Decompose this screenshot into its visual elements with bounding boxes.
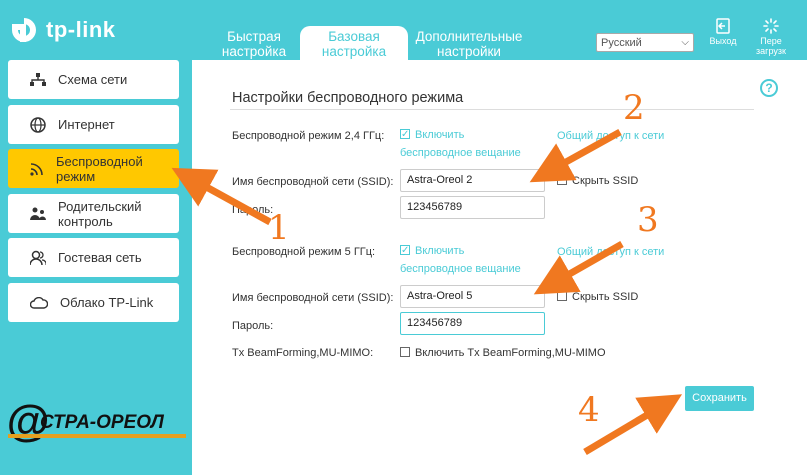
beamforming-label: Tx BeamForming,MU-MIMO: xyxy=(232,347,374,359)
sidebar-label: Схема сети xyxy=(58,72,128,87)
band24-enable-checkbox[interactable]: Включить беспроводное вещание xyxy=(400,126,521,162)
globe-icon xyxy=(30,116,46,133)
checkbox-unchecked-icon xyxy=(557,291,567,302)
sidebar-label: Беспроводной режим xyxy=(56,153,143,184)
main-panel: Настройки беспроводного режима ? Беспров… xyxy=(192,60,807,475)
network-map-icon xyxy=(30,72,46,86)
band5-ssid-label: Имя беспроводной сети (SSID): xyxy=(232,292,394,304)
band5-label: Беспроводной режим 5 ГГц: xyxy=(232,246,376,258)
chevron-down-icon: ⌵ xyxy=(681,37,689,48)
logout-button[interactable]: Выход xyxy=(701,18,745,46)
parental-icon xyxy=(30,207,46,220)
tp-link-logo-icon xyxy=(8,14,40,46)
annotation-number-1: 1 xyxy=(268,208,290,248)
logout-icon xyxy=(716,18,730,34)
band24-hide-ssid-checkbox[interactable]: Скрыть SSID xyxy=(557,175,638,187)
band5-ssid-input[interactable]: Astra-Oreol 5 xyxy=(400,285,545,308)
sidebar-item-internet[interactable]: Интернет xyxy=(8,105,179,144)
band5-password-input[interactable]: 123456789 xyxy=(400,312,545,335)
tab-advanced[interactable]: Дополнительные настройки xyxy=(408,26,530,60)
band24-ssid-input[interactable]: Astra-Oreol 2 xyxy=(400,169,545,192)
annotation-number-3: 3 xyxy=(637,200,659,240)
beamforming-checkbox[interactable]: Включить Tx BeamForming,MU-MIMO xyxy=(400,347,606,359)
reboot-icon xyxy=(763,18,779,34)
language-value: Русский xyxy=(601,36,642,49)
sidebar-item-cloud[interactable]: Облако TP-Link xyxy=(8,283,179,322)
band5-enable-checkbox[interactable]: Включить беспроводное вещание xyxy=(400,242,521,278)
band5-share-link[interactable]: Общий доступ к сети xyxy=(557,246,664,258)
sidebar-label: Гостевая сеть xyxy=(58,250,142,265)
checkbox-unchecked-icon xyxy=(400,347,410,358)
language-select[interactable]: Русский ⌵ xyxy=(596,33,694,52)
sidebar-label: Родительский контроль xyxy=(58,198,142,229)
sidebar-item-network-map[interactable]: Схема сети xyxy=(8,60,179,99)
brand-name: tp-link xyxy=(46,17,116,42)
wifi-icon xyxy=(30,162,43,176)
tab-quick-setup[interactable]: Быстрая настройка xyxy=(208,26,300,60)
sidebar-item-parental-control[interactable]: Родительский контроль xyxy=(8,194,179,233)
astra-oreol-watermark: @ СТРА-ОРЕОЛ xyxy=(4,397,189,451)
band24-ssid-label: Имя беспроводной сети (SSID): xyxy=(232,176,394,188)
band5-hide-ssid-checkbox[interactable]: Скрыть SSID xyxy=(557,291,638,303)
page-title: Настройки беспроводного режима xyxy=(232,90,464,106)
sidebar-label: Интернет xyxy=(58,117,115,132)
annotation-number-4: 4 xyxy=(578,390,600,430)
save-button[interactable]: Сохранить xyxy=(685,386,754,411)
band24-password-input[interactable]: 123456789 xyxy=(400,196,545,219)
band24-hide-ssid-label: Скрыть SSID xyxy=(572,175,639,187)
band24-share-link[interactable]: Общий доступ к сети xyxy=(557,130,664,142)
band5-hide-ssid-label: Скрыть SSID xyxy=(572,291,639,303)
help-icon[interactable]: ? xyxy=(760,79,778,97)
sidebar-label: Облако TP-Link xyxy=(60,295,154,310)
band5-broadcast-label: беспроводное вещание xyxy=(400,263,521,275)
reboot-button[interactable]: Пере загрузк xyxy=(749,18,793,56)
checkbox-checked-icon xyxy=(400,126,410,144)
band24-broadcast-label: беспроводное вещание xyxy=(400,147,521,159)
beamforming-enable-label: Включить Tx BeamForming,MU-MIMO xyxy=(415,347,606,359)
band5-enable-label: Включить xyxy=(415,245,465,257)
tab-basic-setup[interactable]: Базовая настройка xyxy=(300,26,408,60)
title-divider xyxy=(230,109,754,110)
sidebar-item-guest-network[interactable]: Гостевая сеть xyxy=(8,238,179,277)
watermark-text: СТРА-ОРЕОЛ xyxy=(40,412,165,433)
checkbox-unchecked-icon xyxy=(557,175,567,186)
guest-icon xyxy=(30,250,46,265)
band24-enable-label: Включить xyxy=(415,129,465,141)
cloud-icon xyxy=(30,296,48,309)
sidebar-item-wireless[interactable]: Беспроводной режим xyxy=(8,149,179,188)
reboot-label: Пере загрузк xyxy=(756,36,786,56)
band5-password-label: Пароль: xyxy=(232,320,274,332)
checkbox-checked-icon xyxy=(400,242,410,260)
annotation-number-2: 2 xyxy=(623,88,645,128)
band24-label: Беспроводной режим 2,4 ГГц: xyxy=(232,130,385,142)
logout-label: Выход xyxy=(709,36,737,46)
tp-link-logo: tp-link xyxy=(8,14,116,46)
